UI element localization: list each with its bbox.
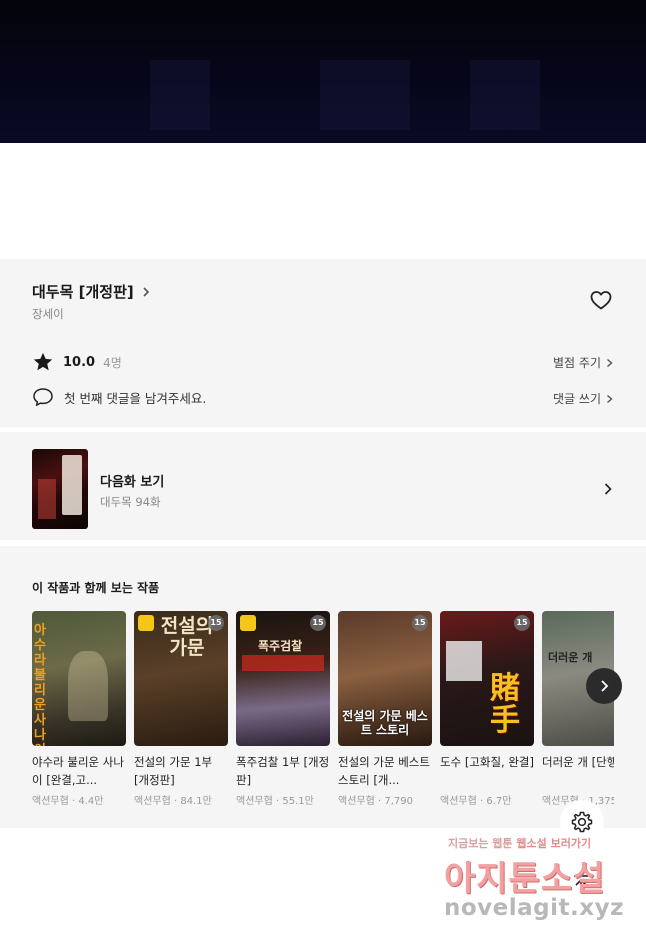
chevron-right-icon bbox=[604, 483, 612, 495]
comment-prompt: 첫 번째 댓글을 남겨주세요. bbox=[64, 390, 207, 406]
work-info-section: 대두목 [개정판] 장세이 10.0 4명 별점 주기 첫 번째 댓글을 남겨주… bbox=[0, 259, 646, 427]
chevron-right-icon bbox=[143, 286, 149, 297]
related-work-meta: 액션무협 · 84.1만 bbox=[134, 796, 212, 807]
cover-image: 賭手 15 bbox=[440, 611, 534, 746]
age-rating-badge: 15 bbox=[412, 615, 428, 631]
next-episode-button[interactable]: 다음화 보기 대두목 94화 bbox=[0, 432, 646, 540]
rate-button[interactable]: 별점 주기 bbox=[553, 354, 614, 371]
rating-value: 10.0 bbox=[63, 354, 96, 370]
watermark-tagline: 지금보는 웹툰 웹소설 보러가기 bbox=[448, 837, 592, 850]
chevron-right-icon bbox=[607, 358, 613, 367]
related-work-title: 야수라 불리운 사나이 [완결,고... bbox=[32, 755, 124, 787]
episode-image-banner bbox=[0, 0, 646, 143]
write-comment-label: 댓글 쓰기 bbox=[553, 392, 601, 406]
work-author: 장세이 bbox=[32, 307, 64, 321]
chevron-right-icon bbox=[607, 394, 613, 403]
comment-row: 첫 번째 댓글을 남겨주세요. bbox=[32, 387, 206, 407]
cover-image: 전설의 가문 15 bbox=[134, 611, 228, 746]
related-work-title: 전설의 가문 1부 [개정판] bbox=[134, 755, 213, 787]
cover-text: 賭手 bbox=[490, 671, 520, 738]
watermark-brand: 아지툰소설 bbox=[444, 859, 606, 899]
age-rating-badge: 15 bbox=[208, 615, 224, 631]
related-works-carousel: 아수라 불리운 사나이 야수라 불리운 사나이 [완결,고... 액션무협 · … bbox=[32, 611, 614, 821]
site-watermark: 지금보는 웹툰 웹소설 보러가기 아지툰소설 novelagit.xyz bbox=[440, 835, 630, 935]
heart-icon[interactable] bbox=[588, 287, 614, 313]
wait-free-icon bbox=[138, 615, 154, 631]
related-work-title: 폭주검찰 1부 [개정판] bbox=[236, 755, 330, 787]
rate-button-label: 별점 주기 bbox=[553, 356, 601, 370]
rating-count: 4명 bbox=[103, 355, 122, 370]
related-work-card[interactable]: 전설의 가문 베스트 스토리 15 전설의 가문 베스트 스토리 [개... 액… bbox=[338, 611, 432, 807]
watermark-url: novelagit.xyz bbox=[444, 895, 624, 921]
cover-text: 전설의 가문 베스트 스토리 bbox=[342, 709, 428, 737]
speech-bubble-icon bbox=[33, 388, 53, 406]
related-works-heading: 이 작품과 함께 보는 작품 bbox=[32, 581, 160, 595]
age-rating-badge: 15 bbox=[514, 615, 530, 631]
next-episode-label: 다음화 보기 bbox=[100, 475, 165, 490]
related-work-meta: 액션무협 · 55.1만 bbox=[236, 796, 314, 807]
write-comment-button[interactable]: 댓글 쓰기 bbox=[553, 390, 614, 407]
next-episode-number: 대두목 94화 bbox=[100, 495, 161, 509]
cover-text: 더러운 개 bbox=[548, 651, 593, 664]
wait-free-icon bbox=[240, 615, 256, 631]
rating-row: 10.0 4명 bbox=[32, 351, 122, 373]
related-work-card[interactable]: 더러운 개 더러운 개 [단행본] 액션무협 · 1,375 bbox=[542, 611, 614, 807]
chevron-right-icon bbox=[601, 680, 609, 692]
related-work-card[interactable]: 폭주검찰 15 폭주검찰 1부 [개정판] 액션무협 · 55.1만 bbox=[236, 611, 330, 807]
related-work-card[interactable]: 전설의 가문 15 전설의 가문 1부 [개정판] 액션무협 · 84.1만 bbox=[134, 611, 228, 807]
related-work-meta: 액션무협 · 6.7만 bbox=[440, 796, 512, 807]
related-work-card[interactable]: 賭手 15 도수 [고화질, 완결] 액션무협 · 6.7만 bbox=[440, 611, 534, 807]
star-icon bbox=[33, 352, 53, 371]
next-episode-thumbnail bbox=[32, 449, 88, 529]
related-work-meta: 액션무협 · 4.4만 bbox=[32, 796, 104, 807]
cover-image: 폭주검찰 15 bbox=[236, 611, 330, 746]
carousel-next-button[interactable] bbox=[586, 668, 622, 704]
cover-image: 전설의 가문 베스트 스토리 15 bbox=[338, 611, 432, 746]
gear-icon bbox=[571, 811, 593, 833]
work-title: 대두목 [개정판] bbox=[32, 283, 134, 301]
related-work-card[interactable]: 아수라 불리운 사나이 야수라 불리운 사나이 [완결,고... 액션무협 · … bbox=[32, 611, 126, 807]
cover-text: 폭주검찰 bbox=[258, 639, 303, 653]
age-rating-badge: 15 bbox=[310, 615, 326, 631]
related-work-title: 더러운 개 [단행본] bbox=[542, 755, 614, 769]
related-work-meta: 액션무협 · 7,790 bbox=[338, 796, 413, 807]
work-detail-page: 대두목 [개정판] 장세이 10.0 4명 별점 주기 첫 번째 댓글을 남겨주… bbox=[0, 0, 646, 944]
cover-image: 아수라 불리운 사나이 bbox=[32, 611, 126, 746]
related-work-title: 도수 [고화질, 완결] bbox=[440, 755, 534, 769]
related-work-title: 전설의 가문 베스트 스토리 [개... bbox=[338, 755, 430, 787]
related-works-section: 이 작품과 함께 보는 작품 아수라 불리운 사나이 야수라 불리운 사나이 [… bbox=[0, 546, 646, 828]
cover-text: 아수라 불리운 사나이 bbox=[34, 623, 46, 746]
work-title-link[interactable]: 대두목 [개정판] bbox=[32, 281, 152, 302]
